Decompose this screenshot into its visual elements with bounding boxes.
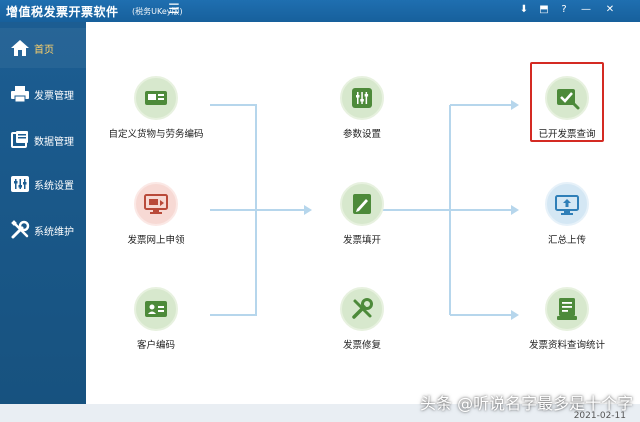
node-circle xyxy=(340,182,384,226)
sliders-icon xyxy=(11,176,29,192)
goods-code-icon xyxy=(145,91,167,105)
customer-card-icon xyxy=(145,301,167,317)
minimize-icon[interactable]: — xyxy=(578,2,594,18)
node-circle xyxy=(134,76,178,120)
home-icon xyxy=(11,40,29,56)
node-invoice-fill[interactable]: 发票填开 xyxy=(302,170,422,260)
node-circle xyxy=(134,182,178,226)
main-panel: 自定义货物与劳务编码 发票网上申领 客户编码 参数设置 发票填开 发票修复 已开… xyxy=(86,22,640,404)
settings-sliders-icon xyxy=(352,88,372,108)
sidebar-item-data-management[interactable]: 数据管理 xyxy=(0,120,86,160)
sidebar-item-label: 系统维护 xyxy=(34,227,74,238)
node-customer-code[interactable]: 客户编码 xyxy=(96,275,216,365)
sidebar-item-label: 数据管理 xyxy=(34,137,74,148)
sidebar-item-label: 发票管理 xyxy=(34,91,74,102)
sidebar-item-label: 系统设置 xyxy=(34,181,74,192)
node-invoice-repair[interactable]: 发票修复 xyxy=(302,275,422,365)
summary-upload-icon xyxy=(555,195,579,215)
menu-icon[interactable]: ☰ xyxy=(166,2,182,18)
node-label: 发票填开 xyxy=(342,235,381,246)
node-circle xyxy=(545,76,589,120)
help-icon[interactable]: ? xyxy=(556,2,572,18)
node-custom-goods-code[interactable]: 自定义货物与劳务编码 xyxy=(96,64,216,154)
sidebar-item-home[interactable]: 首页 xyxy=(0,28,86,68)
repair-tools-icon xyxy=(352,298,373,319)
node-circle xyxy=(545,287,589,331)
node-circle xyxy=(340,287,384,331)
node-circle xyxy=(134,287,178,331)
sidebar-item-system-settings[interactable]: 系统设置 xyxy=(0,164,86,204)
node-summary-upload[interactable]: 汇总上传 xyxy=(507,170,627,260)
node-online-apply[interactable]: 发票网上申领 xyxy=(96,170,216,260)
close-icon[interactable]: ✕ xyxy=(602,2,618,18)
node-label: 参数设置 xyxy=(342,129,381,140)
printer-icon xyxy=(11,86,29,103)
node-parameter-settings[interactable]: 参数设置 xyxy=(302,64,422,154)
sidebar-item-system-maintenance[interactable]: 系统维护 xyxy=(0,210,86,250)
app-title: 增值税发票开票软件 xyxy=(6,5,119,19)
sidebar: 首页 发票管理 数据管理 系统设置 系统维护 xyxy=(0,22,86,404)
node-label: 汇总上传 xyxy=(547,235,586,246)
data-icon xyxy=(11,131,28,148)
invoice-fill-icon xyxy=(353,194,371,214)
download-icon[interactable]: ⬇ xyxy=(516,2,532,18)
node-label: 客户编码 xyxy=(136,340,175,351)
node-issued-invoice-query[interactable]: 已开发票查询 xyxy=(507,64,627,154)
stats-query-icon xyxy=(557,298,577,320)
node-circle xyxy=(340,76,384,120)
sidebar-item-invoice-management[interactable]: 发票管理 xyxy=(0,74,86,114)
node-invoice-stats-query[interactable]: 发票资料查询统计 xyxy=(507,275,627,365)
node-label: 已开发票查询 xyxy=(538,129,596,140)
node-label: 发票资料查询统计 xyxy=(528,340,605,351)
watermark-text: 头条 @听说名字最多是十个字 xyxy=(420,394,634,413)
issued-query-icon xyxy=(557,89,580,110)
sidebar-item-label: 首页 xyxy=(34,45,54,56)
tools-icon xyxy=(11,220,30,239)
node-label: 发票网上申领 xyxy=(127,235,185,246)
node-circle xyxy=(545,182,589,226)
restore-icon[interactable]: ⬒ xyxy=(536,2,552,18)
title-bar: 增值税发票开票软件 (税务UKey版) ☰ ⬇ ⬒ ? — ✕ xyxy=(0,0,640,22)
node-label: 自定义货物与劳务编码 xyxy=(108,129,204,140)
online-apply-icon xyxy=(144,194,168,214)
node-label: 发票修复 xyxy=(342,340,381,351)
